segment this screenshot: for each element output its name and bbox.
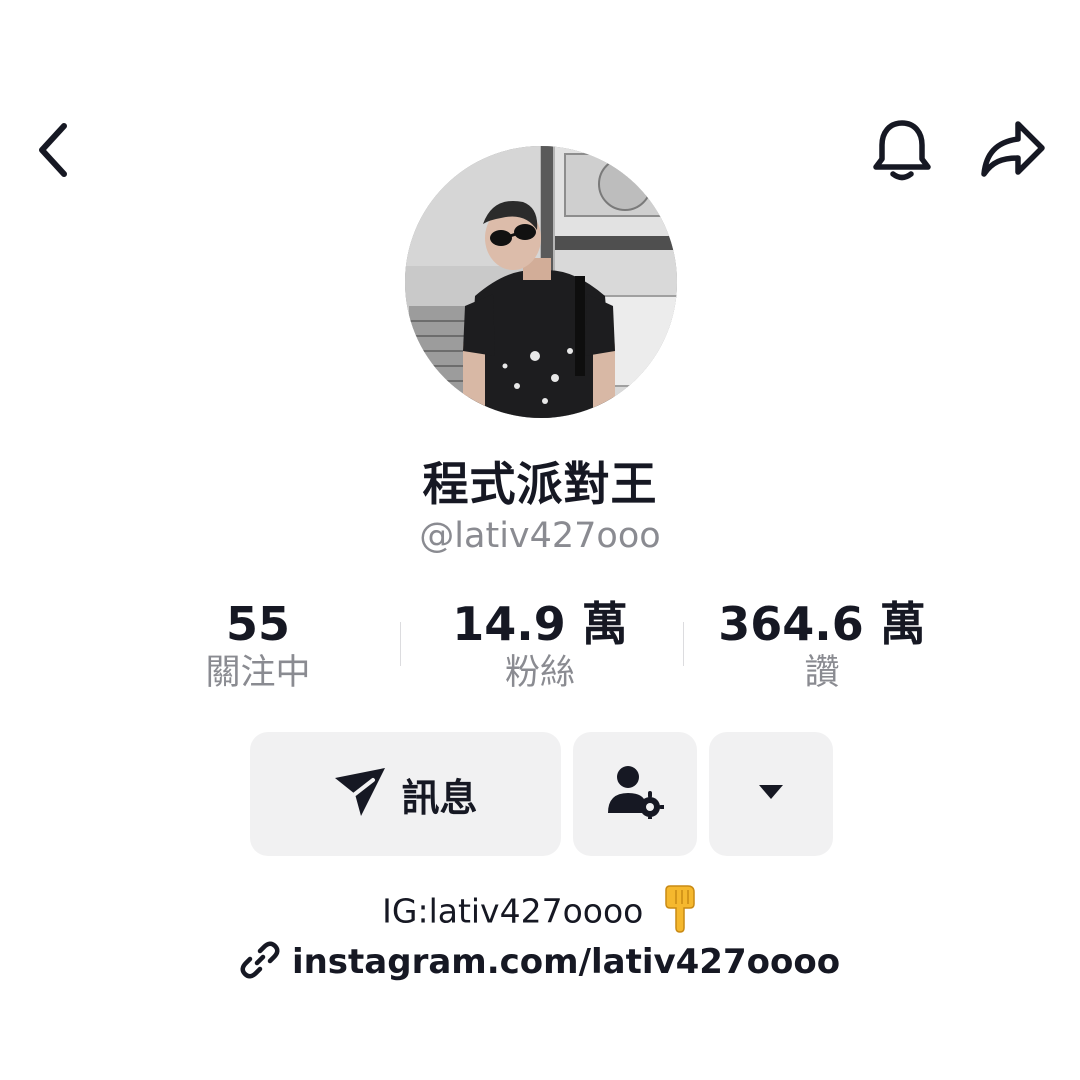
stat-likes: 364.6 萬 讚 <box>702 596 942 696</box>
likes-label: 讚 <box>804 653 840 693</box>
more-options-button[interactable] <box>709 732 833 856</box>
likes-count: 364.6 萬 <box>718 597 926 651</box>
followers-count: 14.9 萬 <box>452 597 628 651</box>
message-button[interactable]: 訊息 <box>250 732 561 856</box>
bio: IG:lativ427oooo <box>0 884 1080 942</box>
display-name: 程式派對王 <box>422 457 658 511</box>
share-button[interactable] <box>970 110 1056 194</box>
following-label: 關注中 <box>205 653 311 693</box>
send-icon <box>333 766 387 822</box>
back-button[interactable] <box>22 112 86 192</box>
avatar[interactable] <box>405 146 677 418</box>
friend-settings-button[interactable] <box>573 732 697 856</box>
share-arrow-icon <box>978 118 1048 186</box>
notification-bell-button[interactable] <box>862 110 942 194</box>
message-label: 訊息 <box>401 775 478 820</box>
stat-divider <box>400 622 401 666</box>
stat-divider <box>683 622 684 666</box>
link-icon <box>240 940 280 984</box>
bell-icon <box>871 117 933 187</box>
following-count: 55 <box>225 597 290 651</box>
caret-down-icon <box>758 783 784 805</box>
stat-followers[interactable]: 14.9 萬 粉絲 <box>420 596 660 696</box>
bio-link[interactable]: instagram.com/lativ427oooo <box>0 940 1080 984</box>
bio-link-text[interactable]: instagram.com/lativ427oooo <box>292 942 840 982</box>
chevron-left-icon <box>34 120 74 184</box>
username: @lativ427ooo <box>419 516 661 556</box>
user-settings-icon <box>606 765 666 823</box>
avatar-photo <box>405 146 677 418</box>
followers-label: 粉絲 <box>504 653 575 693</box>
pointing-down-emoji-icon <box>662 884 698 942</box>
bio-text: IG:lativ427oooo <box>382 891 644 931</box>
stat-following[interactable]: 55 關注中 <box>158 596 358 696</box>
